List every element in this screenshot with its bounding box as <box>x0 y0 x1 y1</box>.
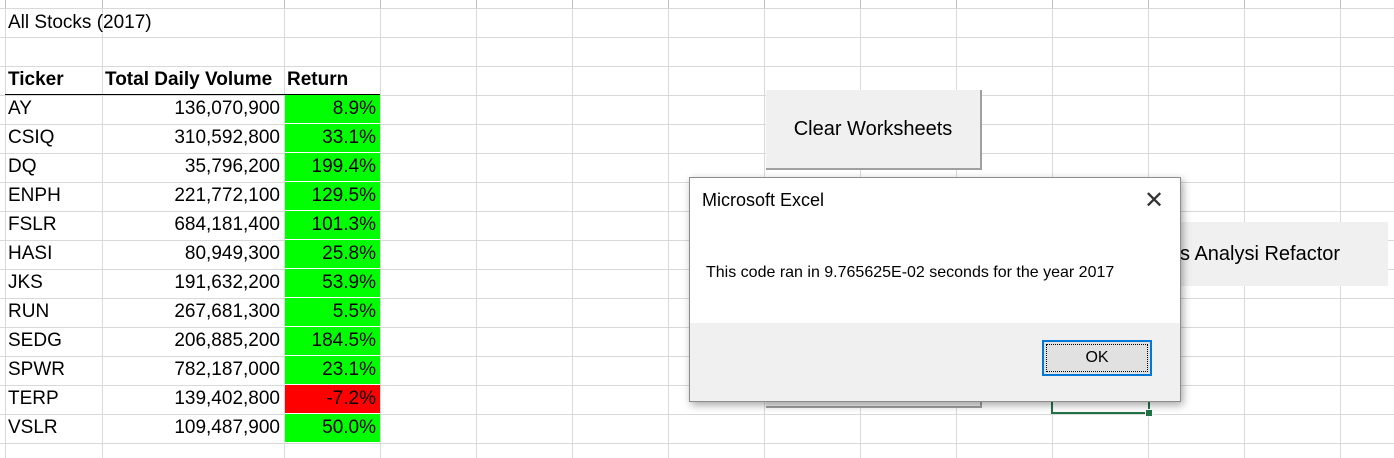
dialog-title: Microsoft Excel <box>702 190 825 210</box>
volume-cell[interactable]: 310,592,800 <box>102 124 284 152</box>
ticker-cell[interactable]: AY <box>5 95 102 123</box>
return-cell[interactable]: 129.5% <box>285 182 380 210</box>
volume-cell[interactable]: 35,796,200 <box>102 153 284 181</box>
return-cell[interactable]: 101.3% <box>285 211 380 239</box>
volume-cell[interactable]: 109,487,900 <box>102 414 284 442</box>
return-cell[interactable]: 33.1% <box>285 124 380 152</box>
ticker-cell[interactable]: TERP <box>5 385 102 413</box>
ticker-cell[interactable]: SPWR <box>5 356 102 384</box>
header-ticker[interactable]: Ticker <box>5 66 102 94</box>
ticker-cell[interactable]: VSLR <box>5 414 102 442</box>
ticker-cell[interactable]: HASI <box>5 240 102 268</box>
return-cell[interactable]: 53.9% <box>285 269 380 297</box>
fill-handle[interactable] <box>1145 409 1153 417</box>
refactor-button[interactable]: ks Analysi Refactor <box>1150 222 1388 286</box>
header-return[interactable]: Return <box>284 66 380 94</box>
volume-cell[interactable]: 782,187,000 <box>102 356 284 384</box>
ticker-cell[interactable]: JKS <box>5 269 102 297</box>
return-cell[interactable]: -7.2% <box>285 385 380 413</box>
ticker-cell[interactable]: ENPH <box>5 182 102 210</box>
dialog-footer: OK <box>690 323 1180 401</box>
volume-cell[interactable]: 221,772,100 <box>102 182 284 210</box>
volume-cell[interactable]: 136,070,900 <box>102 95 284 123</box>
ticker-cell[interactable]: SEDG <box>5 327 102 355</box>
return-cell[interactable]: 8.9% <box>285 95 380 123</box>
volume-cell[interactable]: 267,681,300 <box>102 298 284 326</box>
return-cell[interactable]: 25.8% <box>285 240 380 268</box>
volume-cell[interactable]: 684,181,400 <box>102 211 284 239</box>
clear-worksheets-button[interactable]: Clear Worksheets <box>766 90 982 170</box>
volume-cell[interactable]: 139,402,800 <box>102 385 284 413</box>
column-header-strip[interactable] <box>0 0 1394 9</box>
ticker-cell[interactable]: CSIQ <box>5 124 102 152</box>
volume-cell[interactable]: 80,949,300 <box>102 240 284 268</box>
focus-ring <box>1046 344 1148 372</box>
return-cell[interactable]: 184.5% <box>285 327 380 355</box>
ticker-cell[interactable]: FSLR <box>5 211 102 239</box>
ok-button[interactable]: OK <box>1042 340 1152 376</box>
header-volume[interactable]: Total Daily Volume <box>102 66 284 94</box>
volume-cell[interactable]: 206,885,200 <box>102 327 284 355</box>
close-icon[interactable]: ✕ <box>1142 189 1166 214</box>
return-cell[interactable]: 199.4% <box>285 153 380 181</box>
ticker-cell[interactable]: DQ <box>5 153 102 181</box>
message-dialog: Microsoft Excel ✕ This code ran in 9.765… <box>689 177 1181 402</box>
return-cell[interactable]: 50.0% <box>285 414 380 442</box>
sheet-title[interactable]: All Stocks (2017) <box>5 9 305 37</box>
volume-cell[interactable]: 191,632,200 <box>102 269 284 297</box>
return-cell[interactable]: 5.5% <box>285 298 380 326</box>
ticker-cell[interactable]: RUN <box>5 298 102 326</box>
dialog-message: This code ran in 9.765625E-02 seconds fo… <box>706 264 1115 281</box>
return-cell[interactable]: 23.1% <box>285 356 380 384</box>
